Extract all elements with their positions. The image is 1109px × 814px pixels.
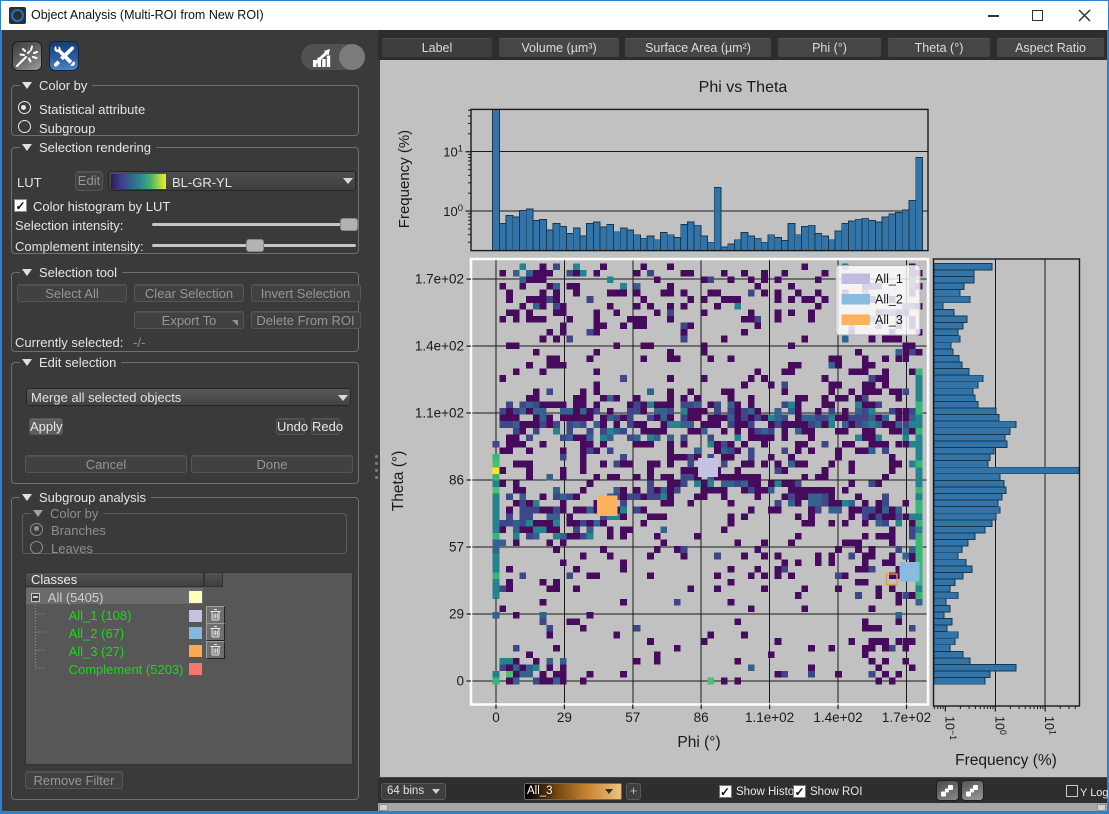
svg-text:1.1e+02: 1.1e+02	[415, 406, 464, 421]
svg-text:29: 29	[449, 607, 464, 622]
svg-text:1.7e+02: 1.7e+02	[415, 272, 464, 287]
svg-text:86: 86	[694, 710, 709, 725]
svg-text:1.1e+02: 1.1e+02	[745, 710, 794, 725]
svg-text:Phi vs Theta: Phi vs Theta	[699, 79, 788, 96]
svg-text:57: 57	[625, 710, 640, 725]
svg-text:0: 0	[492, 710, 500, 725]
svg-text:1.4e+02: 1.4e+02	[415, 339, 464, 354]
svg-text:57: 57	[449, 540, 464, 555]
svg-text:Frequency (%): Frequency (%)	[955, 752, 1057, 769]
svg-text:All_3: All_3	[875, 313, 903, 327]
svg-text:86: 86	[449, 473, 464, 488]
svg-text:Theta (°): Theta (°)	[390, 451, 407, 511]
svg-text:All_2: All_2	[875, 293, 903, 307]
svg-text:0: 0	[456, 674, 464, 689]
svg-text:1.4e+02: 1.4e+02	[813, 710, 862, 725]
svg-text:1.7e+02: 1.7e+02	[882, 710, 931, 725]
svg-text:29: 29	[557, 710, 572, 725]
svg-text:Phi (°): Phi (°)	[677, 734, 720, 751]
svg-text:Frequency (%): Frequency (%)	[396, 130, 413, 228]
svg-text:All_1: All_1	[875, 272, 903, 286]
